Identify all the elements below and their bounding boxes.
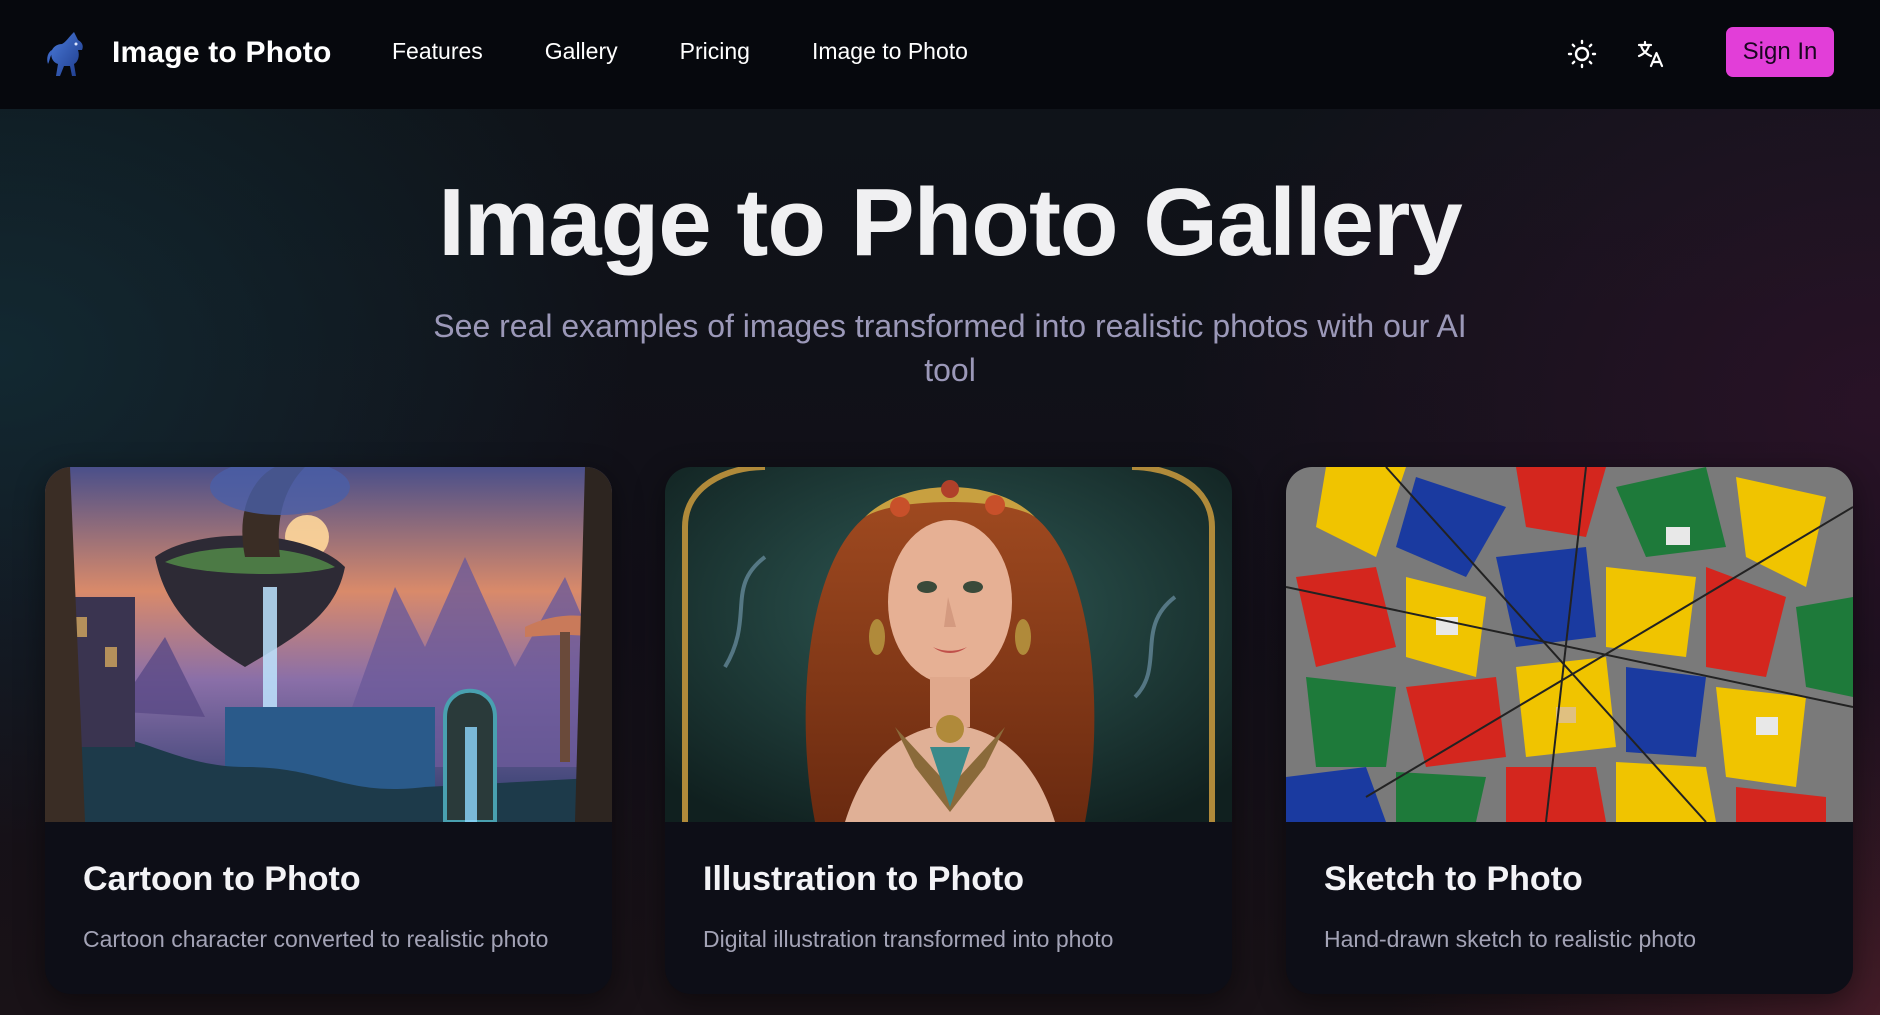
page-title: Image to Photo Gallery — [438, 169, 1463, 276]
card-description: Digital illustration transformed into ph… — [703, 926, 1114, 952]
nav-gallery[interactable]: Gallery — [545, 38, 618, 65]
sign-in-button[interactable]: Sign In — [1726, 27, 1834, 77]
sun-icon — [1567, 39, 1597, 69]
nav-image-to-photo[interactable]: Image to Photo — [812, 38, 968, 65]
card-description: Hand-drawn sketch to realistic photo — [1324, 926, 1697, 952]
nav-features[interactable]: Features — [392, 38, 483, 65]
gallery-image-fantasy-landscape — [45, 467, 612, 822]
card-title: Cartoon to Photo — [83, 860, 361, 898]
language-button[interactable] — [1631, 34, 1671, 74]
page-subtitle: See real examples of images transformed … — [433, 308, 1467, 388]
card-title: Illustration to Photo — [703, 860, 1025, 898]
nav-pricing[interactable]: Pricing — [680, 38, 750, 65]
card-title: Sketch to Photo — [1324, 860, 1583, 898]
main-nav: Features Gallery Pricing Image to Photo — [392, 38, 1030, 65]
top-navbar: Image to Photo Features Gallery Pricing … — [0, 0, 1880, 109]
brand-name: Image to Photo — [112, 36, 332, 69]
gallery-card-cartoon[interactable]: Cartoon to Photo Cartoon character conve… — [45, 467, 612, 994]
brand[interactable]: Image to Photo — [44, 28, 331, 78]
gallery-card-illustration[interactable]: Illustration to Photo Digital illustrati… — [665, 467, 1232, 994]
translate-icon — [1637, 40, 1664, 68]
gallery-image-portrait — [665, 467, 1232, 822]
unicorn-icon — [47, 32, 83, 76]
gallery-card-sketch[interactable]: Sketch to Photo Hand-drawn sketch to rea… — [1286, 467, 1853, 994]
gallery-image-abstract — [1286, 467, 1853, 822]
card-description: Cartoon character converted to realistic… — [83, 926, 549, 952]
theme-toggle-button[interactable] — [1562, 34, 1602, 74]
